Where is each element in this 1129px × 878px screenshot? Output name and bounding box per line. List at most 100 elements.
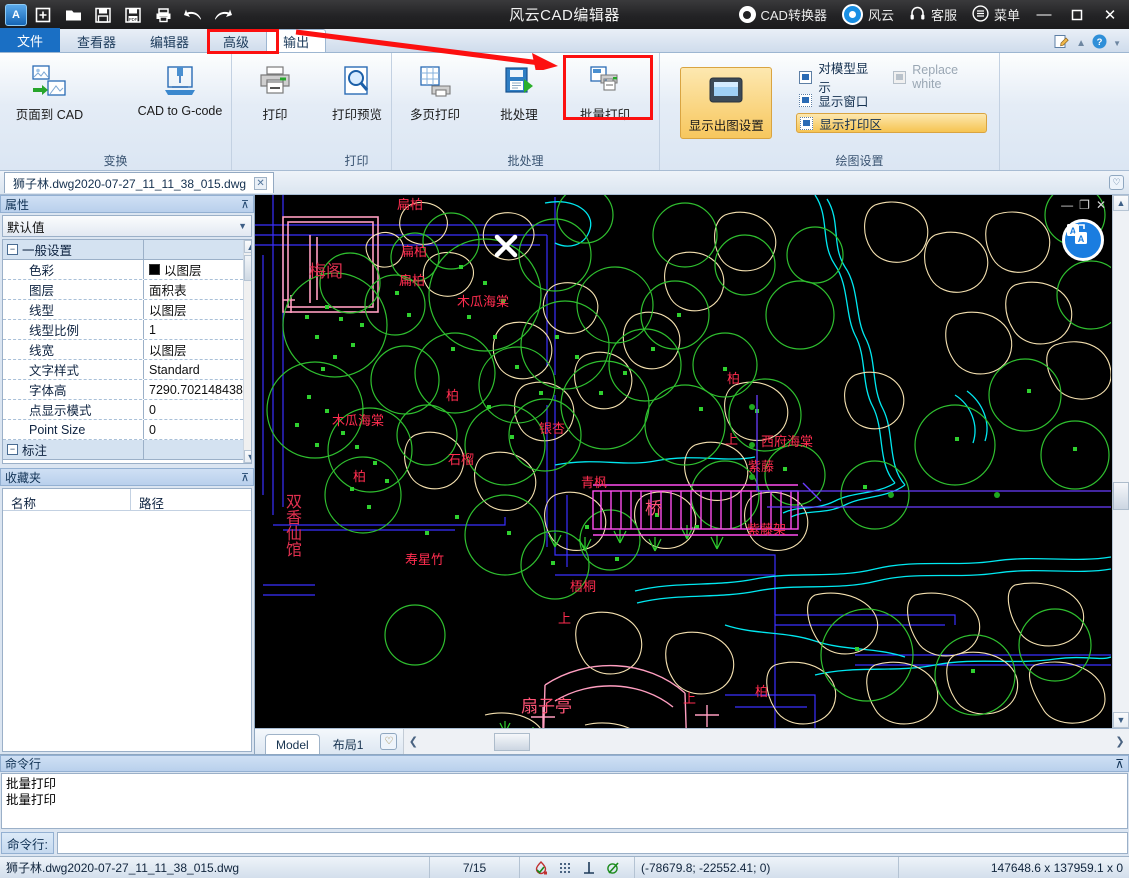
undo-icon[interactable]	[179, 3, 207, 27]
option-show-print-area[interactable]: 显示打印区	[796, 113, 987, 133]
property-name: 色彩	[29, 264, 55, 278]
property-row-text-style[interactable]: 文字样式 Standard	[3, 360, 243, 380]
canvas-minimize-button[interactable]: —	[1061, 198, 1073, 212]
tab-editor[interactable]: 编辑器	[133, 29, 206, 52]
maximize-button[interactable]	[1062, 2, 1092, 28]
property-group-general[interactable]: − 一般设置	[3, 240, 243, 260]
layout-tab-model[interactable]: Model	[265, 734, 320, 754]
scroll-right-icon[interactable]: ❯	[1111, 733, 1129, 751]
property-row-layer[interactable]: 图层 面积表	[3, 280, 243, 300]
close-icon[interactable]: ✕	[254, 176, 268, 190]
cad-to-gcode-icon	[160, 61, 200, 101]
properties-scope-select[interactable]: 默认值 ▼	[2, 215, 252, 237]
property-value[interactable]: 1	[143, 320, 243, 339]
scrollbar-thumb[interactable]	[1113, 482, 1129, 511]
multipage-print-button[interactable]: 多页打印	[402, 59, 468, 125]
ribbon-toolbar: 页面到 CAD CAD to G-code 变换 打印 打印预览 打印 多页打印…	[0, 53, 1129, 171]
collapse-chevron-icon[interactable]: ▲	[1076, 38, 1086, 49]
command-input[interactable]	[56, 832, 1128, 854]
cad-to-gcode-button[interactable]: CAD to G-code	[135, 59, 225, 120]
scrollbar-thumb[interactable]	[494, 732, 531, 751]
property-value[interactable]: 7290.702148438	[143, 380, 243, 399]
property-value[interactable]: 面积表	[143, 280, 243, 299]
save-icon[interactable]	[89, 3, 117, 27]
property-value[interactable]: 以图层	[143, 340, 243, 359]
grid-icon[interactable]	[558, 860, 573, 875]
scroll-up-icon[interactable]: ▲	[244, 240, 251, 253]
cad-converter-button[interactable]: CAD转换器	[733, 3, 833, 26]
property-row-point-size[interactable]: Point Size 0	[3, 420, 243, 440]
canvas-horizontal-scrollbar[interactable]: ❮ ❯	[403, 729, 1129, 754]
scroll-down-icon[interactable]: ▼	[1113, 712, 1129, 728]
cad-canvas[interactable]: 梅阁 扁柏 扁柏 扁柏 木瓜海棠 木瓜海棠 柏 柏 柏 柏 石榴 银杏 西府海棠…	[255, 195, 1112, 728]
close-button[interactable]: ✕	[1095, 2, 1125, 28]
property-row-linetype-scale[interactable]: 线型比例 1	[3, 320, 243, 340]
document-tab-extra-icon[interactable]: ♡	[1109, 175, 1124, 190]
support-button[interactable]: 客服	[903, 3, 963, 26]
ribbon-group-batch: 多页打印 批处理 批量打印 批处理	[392, 53, 660, 170]
property-value[interactable]: Standard	[143, 360, 243, 379]
scroll-left-icon[interactable]: ❮	[404, 733, 422, 751]
scroll-up-icon[interactable]: ▲	[1113, 195, 1129, 211]
property-value[interactable]: 以图层	[143, 300, 243, 319]
property-row-point-display-mode[interactable]: 点显示模式 0	[3, 400, 243, 420]
tab-viewer[interactable]: 查看器	[60, 29, 133, 52]
menu-button[interactable]: 菜单	[966, 3, 1026, 27]
batch-print-button[interactable]: 批量打印	[572, 59, 638, 125]
property-value[interactable]: 以图层	[143, 260, 243, 279]
save-pdf-icon[interactable]: PDF	[119, 3, 147, 27]
help-icon[interactable]: ?	[1092, 34, 1107, 52]
layout-favorite-icon[interactable]: ♡	[380, 733, 398, 750]
ortho-icon[interactable]	[582, 860, 597, 875]
polar-icon[interactable]	[606, 860, 621, 875]
document-tab-label: 狮子林.dwg2020-07-27_11_11_38_015.dwg	[13, 176, 247, 191]
option-show-window[interactable]: 显示窗口	[796, 90, 987, 110]
option-model-display[interactable]: 对模型显示	[796, 62, 878, 95]
batch-process-button[interactable]: 批处理	[488, 59, 550, 125]
status-dimensions: 147648.6 x 137959.1 x 0	[990, 860, 1123, 875]
canvas-close-button[interactable]: ✕	[1096, 198, 1106, 212]
scrollbar-track[interactable]	[422, 732, 1111, 751]
collapse-icon[interactable]: −	[7, 444, 18, 455]
property-row-text-height[interactable]: 字体高 7290.702148438	[3, 380, 243, 400]
pin-icon[interactable]: ⊼	[241, 198, 249, 211]
property-group-dimension[interactable]: − 标注	[3, 440, 243, 460]
print-preview-button[interactable]: 打印预览	[326, 59, 388, 125]
new-icon[interactable]	[29, 3, 57, 27]
layout-tab-layout1[interactable]: 布局1	[322, 734, 375, 754]
pin-icon[interactable]: ⊼	[1115, 757, 1124, 771]
property-row-linetype[interactable]: 线型 以图层	[3, 300, 243, 320]
scroll-down-icon[interactable]: ▼	[244, 450, 251, 463]
scrollbar-thumb[interactable]	[244, 255, 251, 281]
property-value[interactable]: 0	[143, 420, 243, 439]
tab-advanced[interactable]: 高级	[206, 29, 266, 52]
collapse-icon[interactable]: −	[7, 244, 18, 255]
tab-output[interactable]: 输出	[266, 29, 327, 52]
osnap-icon[interactable]	[534, 860, 549, 875]
print-button[interactable]: 打印	[244, 59, 306, 125]
page-to-cad-button[interactable]: 页面到 CAD	[12, 59, 87, 125]
canvas-vertical-scrollbar[interactable]: ▲ ▼	[1112, 195, 1129, 728]
translate-fab-button[interactable]: A A	[1062, 219, 1104, 261]
canvas-restore-button[interactable]: ❐	[1079, 198, 1090, 212]
favorites-list[interactable]: 名称 路径	[2, 488, 252, 752]
fengyun-button[interactable]: 风云	[836, 2, 900, 27]
pin-icon[interactable]: ⊼	[241, 471, 249, 484]
document-tab[interactable]: 狮子林.dwg2020-07-27_11_11_38_015.dwg ✕	[4, 172, 275, 193]
favorites-col-name[interactable]: 名称	[3, 489, 131, 511]
properties-grid[interactable]: − 一般设置 色彩 以图层 图层 面积表 线型 以图层 线型比例 1 线宽 以图…	[2, 239, 252, 464]
plot-settings-button[interactable]: 显示出图设置	[680, 67, 773, 139]
property-row-color[interactable]: 色彩 以图层	[3, 260, 243, 280]
tab-file[interactable]: 文件	[0, 28, 61, 52]
favorites-col-path[interactable]: 路径	[131, 489, 251, 511]
property-value[interactable]: 0	[143, 400, 243, 419]
redo-icon[interactable]	[209, 3, 237, 27]
print-icon[interactable]	[149, 3, 177, 27]
help-dropdown-icon[interactable]: ▼	[1113, 39, 1121, 48]
option-replace-white[interactable]: Replace white	[890, 63, 987, 91]
properties-scrollbar[interactable]: ▲ ▼	[242, 240, 251, 463]
minimize-button[interactable]: —	[1029, 2, 1059, 28]
property-row-lineweight[interactable]: 线宽 以图层	[3, 340, 243, 360]
open-icon[interactable]	[59, 3, 87, 27]
edit-pen-icon[interactable]	[1054, 34, 1070, 52]
